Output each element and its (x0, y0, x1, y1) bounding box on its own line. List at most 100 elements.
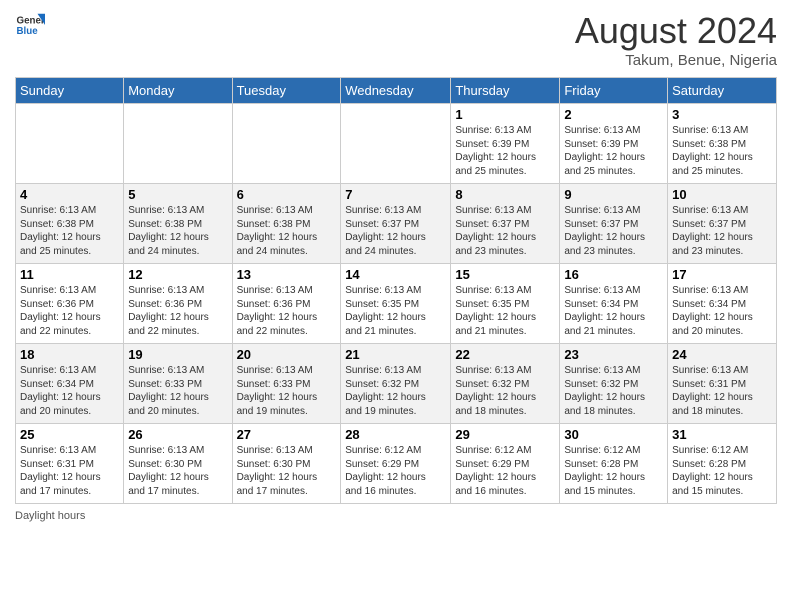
day-info: Sunrise: 6:12 AM Sunset: 6:28 PM Dayligh… (672, 444, 772, 498)
day-info: Sunrise: 6:13 AM Sunset: 6:37 PM Dayligh… (672, 204, 772, 258)
calendar-cell: 14 Sunrise: 6:13 AM Sunset: 6:35 PM Dayli… (341, 264, 451, 344)
day-info: Sunrise: 6:13 AM Sunset: 6:32 PM Dayligh… (455, 364, 555, 418)
title-block: August 2024 Takum, Benue, Nigeria (575, 10, 777, 69)
day-info: Sunrise: 6:13 AM Sunset: 6:38 PM Dayligh… (128, 204, 227, 258)
week-row-4: 18 Sunrise: 6:13 AM Sunset: 6:34 PM Dayli… (16, 344, 777, 424)
day-info: Sunrise: 6:13 AM Sunset: 6:38 PM Dayligh… (672, 124, 772, 178)
footer-daylight: Daylight hours (15, 510, 777, 522)
day-number: 27 (237, 427, 337, 442)
day-info: Sunrise: 6:13 AM Sunset: 6:30 PM Dayligh… (237, 444, 337, 498)
day-number: 23 (564, 347, 663, 362)
day-info: Sunrise: 6:13 AM Sunset: 6:38 PM Dayligh… (237, 204, 337, 258)
svg-text:Blue: Blue (17, 26, 39, 37)
day-number: 6 (237, 187, 337, 202)
day-info: Sunrise: 6:13 AM Sunset: 6:30 PM Dayligh… (128, 444, 227, 498)
day-header-monday: Monday (124, 78, 232, 104)
calendar-cell: 29Sunrise: 6:12 AM Sunset: 6:29 PM Dayli… (451, 424, 560, 504)
page-header: General Blue August 2024 Takum, Benue, N… (15, 10, 777, 69)
day-number: 30 (564, 427, 663, 442)
day-number: 11 (20, 267, 119, 282)
calendar-cell (341, 104, 451, 184)
day-number: 25 (20, 427, 119, 442)
day-info: Sunrise: 6:13 AM Sunset: 6:32 PM Dayligh… (345, 364, 446, 418)
day-info: Sunrise: 6:13 AM Sunset: 6:33 PM Dayligh… (237, 364, 337, 418)
day-header-thursday: Thursday (451, 78, 560, 104)
day-number: 4 (20, 187, 119, 202)
day-info: Sunrise: 6:13 AM Sunset: 6:32 PM Dayligh… (564, 364, 663, 418)
calendar-cell (124, 104, 232, 184)
calendar-cell: 16Sunrise: 6:13 AM Sunset: 6:34 PM Dayli… (560, 264, 668, 344)
calendar-cell: 22 Sunrise: 6:13 AM Sunset: 6:32 PM Dayli… (451, 344, 560, 424)
day-number: 24 (672, 347, 772, 362)
calendar-cell: 25 Sunrise: 6:13 AM Sunset: 6:31 PM Dayli… (16, 424, 124, 504)
calendar-cell: 31 Sunrise: 6:12 AM Sunset: 6:28 PM Dayli… (668, 424, 777, 504)
day-header-tuesday: Tuesday (232, 78, 341, 104)
day-number: 10 (672, 187, 772, 202)
day-header-wednesday: Wednesday (341, 78, 451, 104)
day-info: Sunrise: 6:13 AM Sunset: 6:31 PM Dayligh… (672, 364, 772, 418)
day-info: Sunrise: 6:13 AM Sunset: 6:39 PM Dayligh… (564, 124, 663, 178)
day-info: Sunrise: 6:13 AM Sunset: 6:38 PM Dayligh… (20, 204, 119, 258)
day-number: 12 (128, 267, 227, 282)
day-number: 16 (564, 267, 663, 282)
calendar-cell (232, 104, 341, 184)
day-number: 20 (237, 347, 337, 362)
day-number: 28 (345, 427, 446, 442)
day-info: Sunrise: 6:13 AM Sunset: 6:34 PM Dayligh… (20, 364, 119, 418)
calendar-title: August 2024 (575, 10, 777, 52)
day-number: 21 (345, 347, 446, 362)
day-number: 26 (128, 427, 227, 442)
day-number: 3 (672, 107, 772, 122)
day-number: 19 (128, 347, 227, 362)
day-info: Sunrise: 6:13 AM Sunset: 6:31 PM Dayligh… (20, 444, 119, 498)
day-info: Sunrise: 6:13 AM Sunset: 6:39 PM Dayligh… (455, 124, 555, 178)
calendar-cell: 26 Sunrise: 6:13 AM Sunset: 6:30 PM Dayli… (124, 424, 232, 504)
week-row-1: 1 Sunrise: 6:13 AM Sunset: 6:39 PM Daylig… (16, 104, 777, 184)
day-number: 1 (455, 107, 555, 122)
calendar-cell: 10 Sunrise: 6:13 AM Sunset: 6:37 PM Dayli… (668, 184, 777, 264)
calendar-cell: 2Sunrise: 6:13 AM Sunset: 6:39 PM Daylig… (560, 104, 668, 184)
day-number: 9 (564, 187, 663, 202)
day-number: 13 (237, 267, 337, 282)
day-header-sunday: Sunday (16, 78, 124, 104)
calendar-cell: 20 Sunrise: 6:13 AM Sunset: 6:33 PM Dayli… (232, 344, 341, 424)
calendar-cell: 15 Sunrise: 6:13 AM Sunset: 6:35 PM Dayli… (451, 264, 560, 344)
day-number: 5 (128, 187, 227, 202)
day-number: 8 (455, 187, 555, 202)
week-row-5: 25 Sunrise: 6:13 AM Sunset: 6:31 PM Dayli… (16, 424, 777, 504)
day-header-saturday: Saturday (668, 78, 777, 104)
calendar-cell: 19Sunrise: 6:13 AM Sunset: 6:33 PM Dayli… (124, 344, 232, 424)
day-info: Sunrise: 6:13 AM Sunset: 6:37 PM Dayligh… (345, 204, 446, 258)
day-number: 15 (455, 267, 555, 282)
day-info: Sunrise: 6:12 AM Sunset: 6:29 PM Dayligh… (455, 444, 555, 498)
calendar-cell: 21 Sunrise: 6:13 AM Sunset: 6:32 PM Dayli… (341, 344, 451, 424)
calendar-cell: 12 Sunrise: 6:13 AM Sunset: 6:36 PM Dayli… (124, 264, 232, 344)
day-info: Sunrise: 6:13 AM Sunset: 6:37 PM Dayligh… (455, 204, 555, 258)
calendar-cell: 27 Sunrise: 6:13 AM Sunset: 6:30 PM Dayli… (232, 424, 341, 504)
day-number: 22 (455, 347, 555, 362)
logo-icon: General Blue (15, 10, 45, 40)
days-header-row: SundayMondayTuesdayWednesdayThursdayFrid… (16, 78, 777, 104)
day-number: 31 (672, 427, 772, 442)
day-info: Sunrise: 6:13 AM Sunset: 6:35 PM Dayligh… (345, 284, 446, 338)
calendar-cell: 13Sunrise: 6:13 AM Sunset: 6:36 PM Dayli… (232, 264, 341, 344)
day-info: Sunrise: 6:13 AM Sunset: 6:36 PM Dayligh… (128, 284, 227, 338)
calendar-cell (16, 104, 124, 184)
calendar-cell: 28 Sunrise: 6:12 AM Sunset: 6:29 PM Dayli… (341, 424, 451, 504)
day-number: 14 (345, 267, 446, 282)
logo: General Blue (15, 10, 45, 40)
calendar-cell: 24 Sunrise: 6:13 AM Sunset: 6:31 PM Dayli… (668, 344, 777, 424)
calendar-cell: 6 Sunrise: 6:13 AM Sunset: 6:38 PM Daylig… (232, 184, 341, 264)
day-number: 18 (20, 347, 119, 362)
calendar-subtitle: Takum, Benue, Nigeria (575, 52, 777, 69)
calendar-cell: 1 Sunrise: 6:13 AM Sunset: 6:39 PM Daylig… (451, 104, 560, 184)
day-info: Sunrise: 6:12 AM Sunset: 6:29 PM Dayligh… (345, 444, 446, 498)
day-info: Sunrise: 6:12 AM Sunset: 6:28 PM Dayligh… (564, 444, 663, 498)
calendar-cell: 7 Sunrise: 6:13 AM Sunset: 6:37 PM Daylig… (341, 184, 451, 264)
day-info: Sunrise: 6:13 AM Sunset: 6:36 PM Dayligh… (20, 284, 119, 338)
day-number: 7 (345, 187, 446, 202)
calendar-cell: 9Sunrise: 6:13 AM Sunset: 6:37 PM Daylig… (560, 184, 668, 264)
calendar-table: SundayMondayTuesdayWednesdayThursdayFrid… (15, 77, 777, 504)
day-info: Sunrise: 6:13 AM Sunset: 6:35 PM Dayligh… (455, 284, 555, 338)
calendar-cell: 30 Sunrise: 6:12 AM Sunset: 6:28 PM Dayli… (560, 424, 668, 504)
